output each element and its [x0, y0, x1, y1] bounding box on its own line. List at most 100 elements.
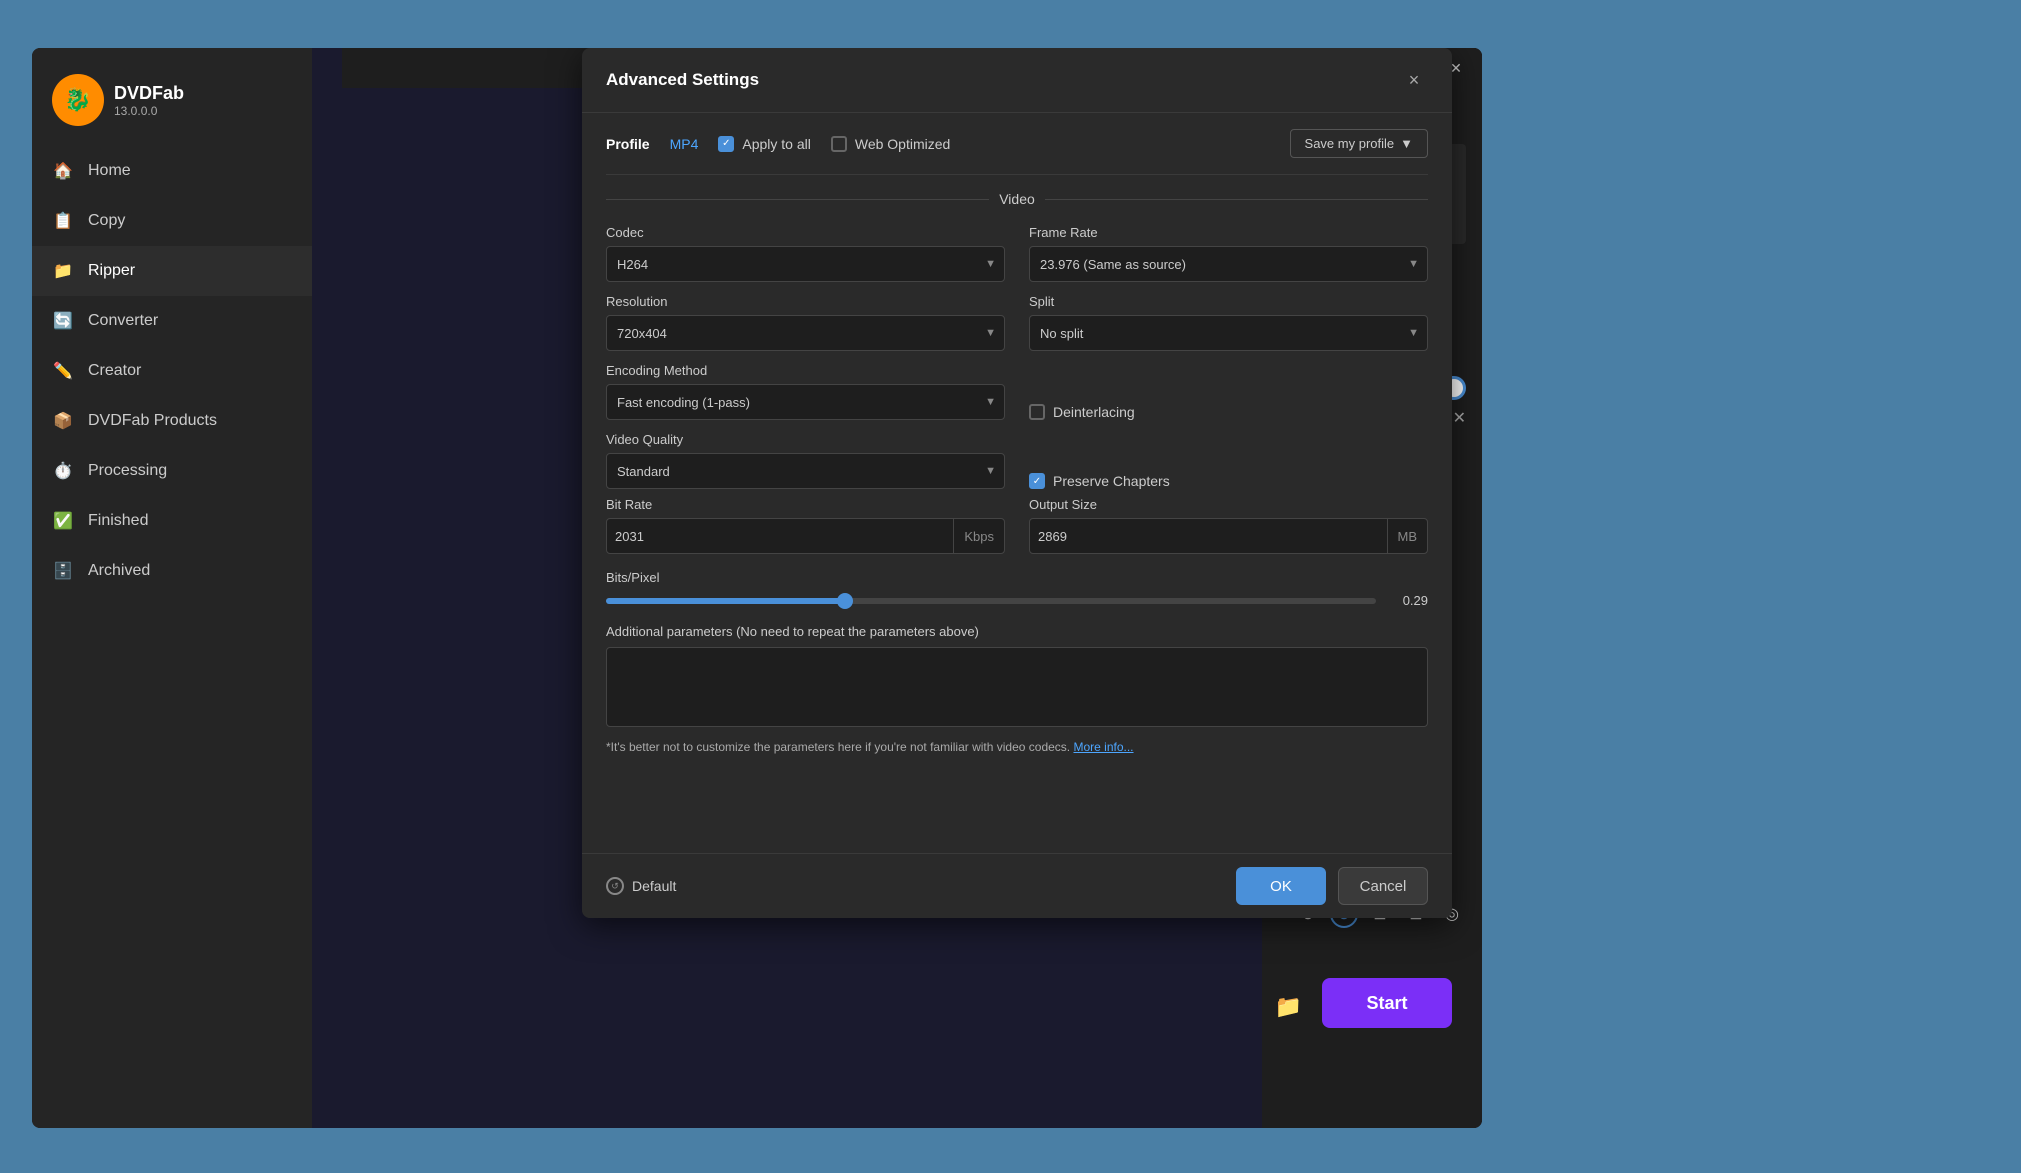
sidebar-item-copy[interactable]: 📋 Copy	[32, 196, 312, 246]
video-quality-field: Video Quality Standard ▼	[606, 432, 1005, 489]
sidebar-item-ripper[interactable]: 📁 Ripper	[32, 246, 312, 296]
resolution-value: 720x404	[617, 326, 972, 341]
frame-rate-value: 23.976 (Same as source)	[1040, 257, 1395, 272]
video-quality-label: Video Quality	[606, 432, 1005, 447]
output-size-input-wrapper: MB	[1029, 518, 1428, 554]
ok-button[interactable]: OK	[1236, 867, 1326, 905]
sidebar-item-home[interactable]: 🏠 Home	[32, 146, 312, 196]
web-optimized-checkbox-row[interactable]: Web Optimized	[831, 136, 950, 152]
slider-thumb[interactable]	[837, 593, 853, 609]
copy-icon: 📋	[52, 210, 74, 232]
codec-select[interactable]: H264 ▼	[606, 246, 1005, 282]
default-label: Default	[632, 878, 676, 894]
bitrate-outputsize-row: Bit Rate Kbps Output Size MB	[606, 497, 1428, 554]
app-title: DVDFab	[114, 83, 184, 104]
split-field: Split No split ▼	[1029, 294, 1428, 351]
video-section-divider: Video	[606, 175, 1428, 217]
main-content: More Info... Ready to Start 0p | AAC ▼ ✕…	[312, 48, 1482, 1128]
output-size-field: Output Size MB	[1029, 497, 1428, 554]
sidebar-item-label-finished: Finished	[88, 512, 148, 530]
bits-pixel-label: Bits/Pixel	[606, 570, 1428, 585]
video-quality-dropdown-icon: ▼	[985, 465, 996, 477]
sidebar: 🐉 DVDFab 13.0.0.0 🏠 Home 📋 Copy 📁 Ripper…	[32, 48, 312, 1128]
preserve-chapters-label: Preserve Chapters	[1053, 473, 1170, 489]
sidebar-item-archived[interactable]: 🗄️ Archived	[32, 546, 312, 596]
profile-label: Profile	[606, 136, 650, 152]
web-optimized-checkbox[interactable]	[831, 136, 847, 152]
slider-fill	[606, 598, 845, 604]
sidebar-item-label-converter: Converter	[88, 312, 158, 330]
resolution-field: Resolution 720x404 ▼	[606, 294, 1005, 351]
bit-rate-unit: Kbps	[953, 519, 1004, 553]
params-more-info-link[interactable]: More info...	[1073, 740, 1133, 754]
sidebar-item-creator[interactable]: ✏️ Creator	[32, 346, 312, 396]
processing-icon: ⏱️	[52, 460, 74, 482]
apply-to-all-checkbox[interactable]: ✓	[718, 136, 734, 152]
output-size-label: Output Size	[1029, 497, 1428, 512]
divider-right	[1045, 199, 1428, 200]
default-button[interactable]: ↺ Default	[606, 877, 676, 895]
sidebar-item-processing[interactable]: ⏱️ Processing	[32, 446, 312, 496]
bits-pixel-row: Bits/Pixel 0.29	[606, 570, 1428, 608]
bit-rate-label: Bit Rate	[606, 497, 1005, 512]
save-profile-button[interactable]: Save my profile ▼	[1290, 129, 1428, 158]
frame-rate-dropdown-icon: ▼	[1408, 258, 1419, 270]
resolution-select[interactable]: 720x404 ▼	[606, 315, 1005, 351]
advanced-settings-modal: Advanced Settings × Profile MP4 ✓ Apply …	[582, 48, 1452, 918]
additional-params-section: Additional parameters (No need to repeat…	[606, 624, 1428, 754]
preserve-chapters-checkbox-row[interactable]: ✓ Preserve Chapters	[1029, 453, 1428, 489]
additional-params-label: Additional parameters (No need to repeat…	[606, 624, 1428, 639]
logo-area: 🐉 DVDFab 13.0.0.0	[32, 64, 312, 146]
preserve-chapters-checkbox[interactable]: ✓	[1029, 473, 1045, 489]
sidebar-item-finished[interactable]: ✅ Finished	[32, 496, 312, 546]
modal-close-button[interactable]: ×	[1400, 66, 1428, 94]
sidebar-item-label-copy: Copy	[88, 212, 125, 230]
sidebar-item-label-creator: Creator	[88, 362, 141, 380]
apply-to-all-checkbox-row[interactable]: ✓ Apply to all	[718, 136, 810, 152]
split-select[interactable]: No split ▼	[1029, 315, 1428, 351]
web-optimized-label: Web Optimized	[855, 136, 950, 152]
sidebar-item-label-archived: Archived	[88, 562, 150, 580]
deinterlacing-checkbox-row[interactable]: Deinterlacing	[1029, 384, 1428, 420]
params-note: *It's better not to customize the parame…	[606, 740, 1428, 754]
default-icon: ↺	[606, 877, 624, 895]
sidebar-item-label-home: Home	[88, 162, 131, 180]
panel-close-button[interactable]: ✕	[1453, 408, 1466, 428]
creator-icon: ✏️	[52, 360, 74, 382]
app-version: 13.0.0.0	[114, 104, 184, 118]
additional-params-textarea[interactable]	[606, 647, 1428, 727]
sidebar-item-dvdfab-products[interactable]: 📦 DVDFab Products	[32, 396, 312, 446]
codec-field: Codec H264 ▼	[606, 225, 1005, 282]
app-title-area: DVDFab 13.0.0.0	[114, 83, 184, 118]
converter-icon: 🔄	[52, 310, 74, 332]
archived-icon: 🗄️	[52, 560, 74, 582]
deinterlacing-label: Deinterlacing	[1053, 404, 1135, 420]
frame-rate-select[interactable]: 23.976 (Same as source) ▼	[1029, 246, 1428, 282]
deinterlacing-checkbox[interactable]	[1029, 404, 1045, 420]
video-section-label: Video	[999, 191, 1035, 207]
encoding-method-select[interactable]: Fast encoding (1-pass) ▼	[606, 384, 1005, 420]
start-button[interactable]: Start	[1322, 978, 1452, 1028]
preserve-chapters-field: . ✓ Preserve Chapters	[1029, 432, 1428, 489]
output-size-unit: MB	[1387, 519, 1428, 553]
split-value: No split	[1040, 326, 1395, 341]
resolution-dropdown-icon: ▼	[985, 327, 996, 339]
save-profile-label: Save my profile	[1305, 136, 1395, 151]
bit-rate-input[interactable]	[607, 529, 953, 544]
codec-value: H264	[617, 257, 972, 272]
app-window: ⚙ ≡ — □ ✕ 🐉 DVDFab 13.0.0.0 🏠 Home 📋 Cop…	[32, 48, 1482, 1128]
bit-rate-input-wrapper: Kbps	[606, 518, 1005, 554]
resolution-label: Resolution	[606, 294, 1005, 309]
encoding-method-value: Fast encoding (1-pass)	[617, 395, 972, 410]
output-size-input[interactable]	[1030, 529, 1387, 544]
codec-framerate-grid: Codec H264 ▼ Frame Rate 23.976 (Same as …	[606, 225, 1428, 282]
save-profile-dropdown-icon: ▼	[1400, 136, 1413, 151]
home-icon: 🏠	[52, 160, 74, 182]
cancel-button[interactable]: Cancel	[1338, 867, 1428, 905]
video-quality-select[interactable]: Standard ▼	[606, 453, 1005, 489]
finished-icon: ✅	[52, 510, 74, 532]
sidebar-item-converter[interactable]: 🔄 Converter	[32, 296, 312, 346]
modal-body: Profile MP4 ✓ Apply to all Web Optimized…	[582, 113, 1452, 853]
folder-button[interactable]: 📁	[1275, 994, 1302, 1020]
frame-rate-field: Frame Rate 23.976 (Same as source) ▼	[1029, 225, 1428, 282]
